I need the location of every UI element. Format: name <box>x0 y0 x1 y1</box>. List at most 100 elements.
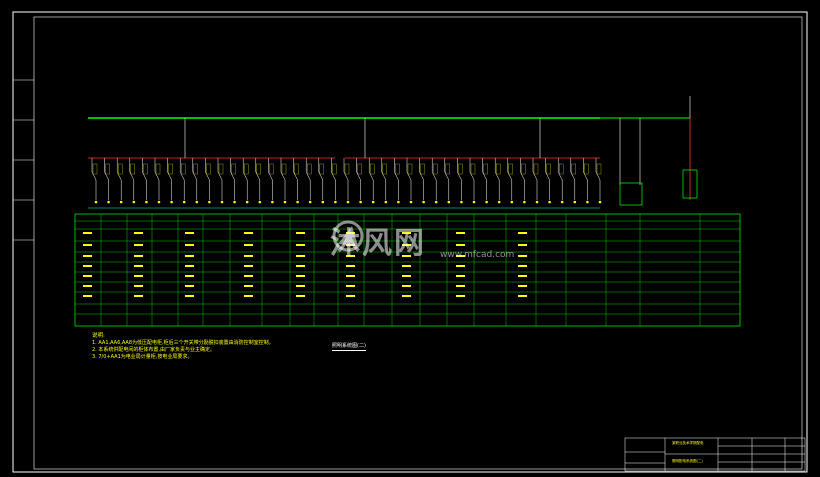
breaker-switch <box>293 171 298 181</box>
breaker-switch <box>205 171 210 181</box>
feeder-node <box>208 200 211 204</box>
cell-text-mark <box>244 295 253 297</box>
feeder-label-box <box>496 163 501 175</box>
cell-text-mark <box>185 232 194 234</box>
cell-text-mark <box>134 232 143 234</box>
breaker-switch <box>142 171 147 181</box>
feeder-node <box>182 200 186 204</box>
feeder-label-box <box>370 163 375 175</box>
feeder-label-box <box>118 163 123 175</box>
feeder-label-box <box>143 163 148 175</box>
breaker-switch <box>318 171 324 181</box>
breaker-switch <box>557 171 563 181</box>
breaker-switch <box>520 171 525 181</box>
cell-text-mark <box>402 275 411 277</box>
breaker-switch <box>167 171 172 181</box>
feeder-node <box>384 200 388 204</box>
cell-text-mark <box>83 275 92 277</box>
feeder-label-box <box>105 163 110 175</box>
cell-text-mark <box>518 232 527 234</box>
cell-text-mark <box>296 295 305 297</box>
cell-text-mark <box>346 265 355 267</box>
feeder-label-box <box>596 163 602 175</box>
title-block <box>624 437 806 472</box>
breaker-switch <box>532 171 538 181</box>
feeder-node <box>548 200 551 204</box>
feeder-node <box>422 200 425 204</box>
cell-text-mark <box>456 285 465 287</box>
feeder-node <box>119 200 123 204</box>
feeder-node <box>510 200 514 204</box>
design-notes: 说明: 1. AA1,AA6,AA8为低压配电柜,柜后三个开关带分励脱扣装置由消… <box>92 333 274 361</box>
breaker-switch <box>305 171 311 181</box>
feeder-label-box <box>382 163 387 175</box>
feeder-node <box>409 200 413 204</box>
feeder-node <box>472 200 476 204</box>
feeder-label-box <box>92 163 98 175</box>
cell-text-mark <box>134 244 143 246</box>
breaker-switch <box>406 171 412 181</box>
feeder-node <box>573 200 577 204</box>
feeder-node <box>371 200 375 204</box>
feeder-node <box>397 200 400 204</box>
feeder-label-box <box>483 163 488 175</box>
feeder-label-box <box>231 163 236 175</box>
cell-text-mark <box>296 275 305 277</box>
feeder-node <box>434 200 438 204</box>
breaker-switch <box>381 171 387 181</box>
cell-text-mark <box>185 285 194 287</box>
breaker-switch <box>394 171 399 181</box>
cell-text-mark <box>402 295 411 297</box>
feeder-label-box <box>168 163 173 175</box>
cell-text-mark <box>134 275 143 277</box>
breaker-switch <box>507 171 513 181</box>
diagram-title: 照明系统图(二) <box>332 343 366 351</box>
cell-text-mark <box>518 255 527 257</box>
breaker-switch <box>583 171 588 181</box>
feeder-label-box <box>584 163 589 175</box>
cell-text-mark <box>244 265 253 267</box>
feeder-label-box <box>357 163 362 175</box>
feeder-node <box>447 200 451 204</box>
feeder-node <box>157 200 161 204</box>
cell-text-mark <box>456 265 465 267</box>
meter-box <box>619 182 643 206</box>
feeder-label-box <box>521 163 526 175</box>
breaker-switch <box>129 171 135 181</box>
cell-text-mark <box>518 275 527 277</box>
watermark-url: www.mfcad.com <box>440 250 515 260</box>
cell-text-mark <box>518 265 527 267</box>
breaker-switch <box>255 171 261 181</box>
cell-text-mark <box>83 244 92 246</box>
cell-text-mark <box>346 295 355 297</box>
cell-text-mark <box>185 244 194 246</box>
title-block-drawing: 照明配电系统图(二) <box>672 459 703 463</box>
feeder-label-box <box>281 163 287 175</box>
feeder-node <box>283 200 287 204</box>
cell-text-mark <box>244 232 253 234</box>
feeder-label-box <box>344 163 350 175</box>
feeder-node <box>233 200 236 204</box>
cell-text-mark <box>456 244 465 246</box>
cell-text-mark <box>346 275 355 277</box>
cell-text-mark <box>518 244 527 246</box>
feeder-label-box <box>445 163 450 175</box>
breaker-switch <box>444 171 450 181</box>
feeder-label-box <box>546 163 551 175</box>
breaker-switch <box>570 171 576 181</box>
feeder-node <box>460 200 463 204</box>
feeder-node <box>334 200 337 204</box>
feeder-node <box>497 200 501 204</box>
feeder-label-box <box>508 163 513 175</box>
feeder-label-box <box>256 163 261 175</box>
breaker-switch <box>482 171 487 181</box>
feeder-label-box <box>155 163 161 175</box>
breaker-switch <box>268 171 273 181</box>
feeder-label-box <box>319 163 324 175</box>
feeder-label-box <box>332 163 337 175</box>
breaker-switch <box>116 171 122 181</box>
feeder-label-box <box>294 163 299 175</box>
cell-text-mark <box>456 275 465 277</box>
cell-text-mark <box>296 244 305 246</box>
breaker-switch <box>431 171 437 181</box>
